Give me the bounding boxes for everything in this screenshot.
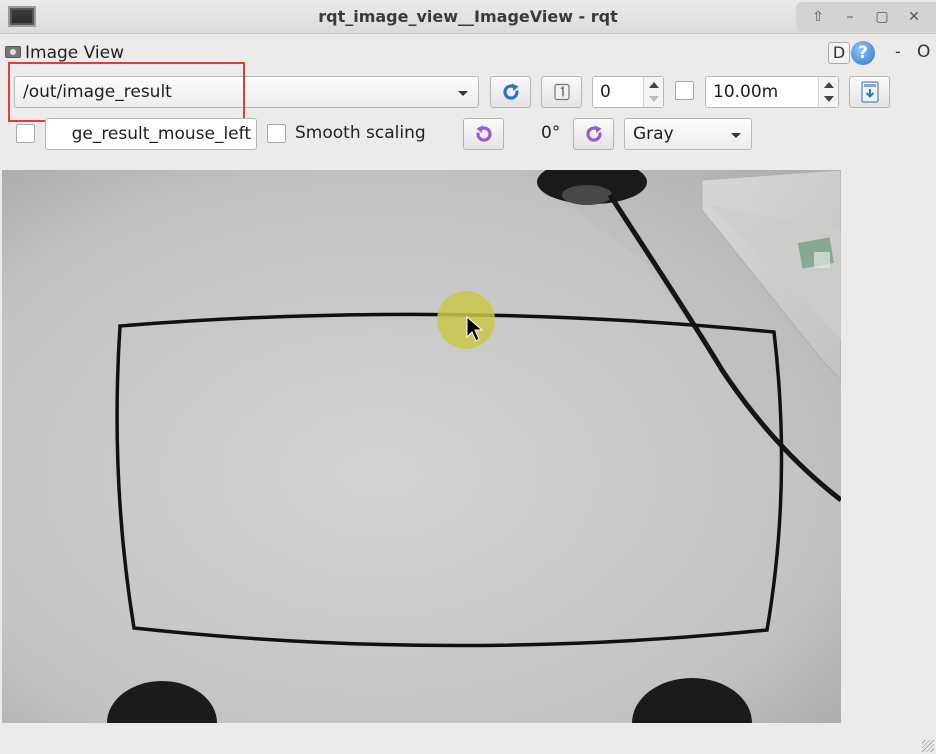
minimize-button[interactable]: – — [839, 9, 861, 25]
zoom-1-button[interactable] — [541, 76, 582, 108]
shade-button[interactable]: ⇧ — [807, 9, 829, 25]
close-button[interactable]: ✕ — [903, 9, 925, 25]
rotate-left-button[interactable] — [463, 118, 504, 150]
help-button[interactable]: ? — [851, 41, 875, 65]
refresh-button[interactable] — [490, 76, 531, 108]
smooth-scaling-label: Smooth scaling — [295, 123, 426, 143]
camera-icon — [5, 46, 21, 58]
camera-image[interactable] — [2, 170, 841, 723]
rotate-left-icon — [475, 125, 492, 142]
plugin-minimize-button[interactable]: - — [895, 42, 901, 61]
status-bar — [0, 724, 936, 754]
title-bar: rqt_image_view__ImageView - rqt ⇧ – ▢ ✕ — [0, 0, 936, 34]
spin-box-value: 0 — [600, 82, 611, 102]
duration-value: 10.00m — [713, 82, 779, 102]
rotation-label: 0° — [541, 123, 561, 143]
dynamic-range-checkbox[interactable] — [675, 81, 694, 100]
chevron-down-icon — [731, 133, 741, 138]
maximize-button[interactable]: ▢ — [871, 9, 893, 25]
duration-arrows[interactable] — [818, 77, 838, 107]
plugin-title: Image View — [25, 43, 124, 63]
spin-arrows[interactable] — [643, 77, 663, 107]
publish-mouse-checkbox[interactable] — [16, 124, 35, 143]
color-scheme-value: Gray — [633, 124, 674, 144]
rotate-right-button[interactable] — [573, 118, 614, 150]
topic-select[interactable]: /out/image_result — [14, 76, 479, 108]
chevron-down-icon — [458, 91, 468, 96]
spin-down-icon[interactable] — [649, 96, 659, 102]
refresh-icon — [502, 83, 519, 100]
window-controls: ⇧ – ▢ ✕ — [796, 2, 936, 32]
spin-up-icon[interactable] — [649, 82, 659, 88]
smooth-scaling-checkbox[interactable] — [267, 124, 286, 143]
spin-box[interactable]: 0 — [592, 76, 664, 108]
plugin-header: Image View D ? - O — [0, 40, 936, 66]
save-icon — [860, 81, 879, 103]
image-view[interactable] — [2, 170, 841, 723]
zoom-1-icon — [553, 83, 570, 101]
duration-spin-box[interactable]: 10.00m — [705, 76, 839, 108]
dock-button[interactable]: D — [828, 42, 850, 64]
save-button[interactable] — [849, 76, 890, 108]
color-scheme-select[interactable]: Gray — [624, 118, 752, 150]
mouse-topic-input[interactable]: ge_result_mouse_left — [45, 118, 257, 150]
topic-select-value: /out/image_result — [23, 82, 172, 102]
plugin-close-button[interactable]: O — [917, 42, 930, 62]
resize-grip-icon[interactable] — [922, 740, 934, 752]
duration-up-icon[interactable] — [824, 82, 834, 88]
duration-down-icon[interactable] — [824, 96, 834, 102]
cursor-highlight — [437, 291, 495, 349]
mouse-topic-value: ge_result_mouse_left — [71, 124, 251, 144]
rotate-right-icon — [585, 125, 602, 142]
